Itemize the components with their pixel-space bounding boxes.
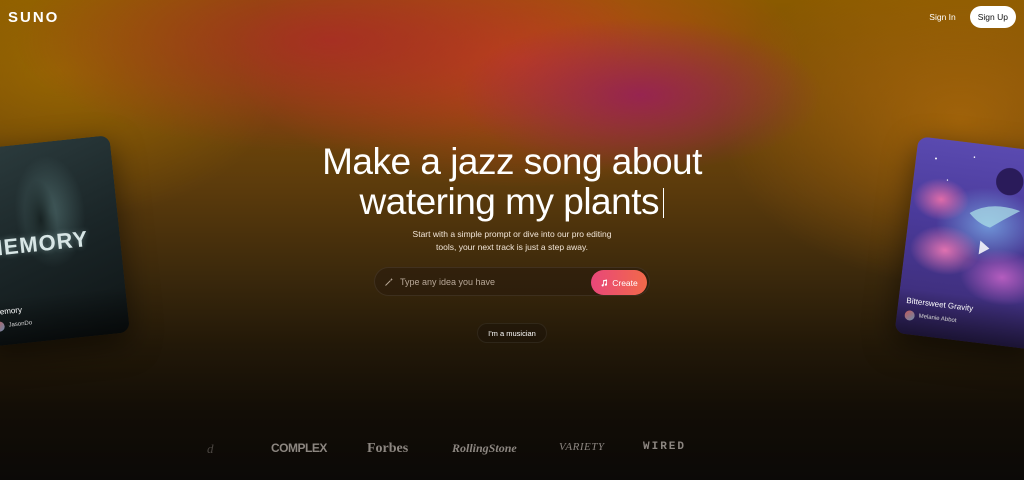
music-note-icon (601, 279, 608, 286)
headline-line-2: watering my plants (0, 182, 1024, 222)
headline-line-1: Make a jazz song about (322, 141, 702, 182)
avatar (0, 321, 6, 333)
card-author-name: JasonDo (8, 320, 33, 329)
suno-logo[interactable]: SUNO (8, 9, 59, 26)
press-logo-wired: WIRED (643, 441, 687, 453)
card-author-name: Melanie Abbot (918, 313, 957, 325)
create-button-label: Create (612, 277, 638, 288)
top-nav: SUNO Sign In Sign Up (0, 0, 1024, 34)
prompt-bar: Create (374, 267, 650, 296)
press-logo-forbes: Forbes (367, 441, 409, 456)
avatar (904, 309, 916, 322)
wand-icon (384, 277, 394, 287)
sign-in-link[interactable]: Sign In (929, 12, 955, 22)
card-meta: Memory JasonDo (0, 286, 130, 347)
subtitle-line-2: tools, your next track is just a step aw… (436, 242, 588, 252)
typing-caret (662, 188, 665, 218)
press-logo-partial: d (207, 441, 214, 456)
hero-headline: Make a jazz song about watering my plant… (0, 142, 1024, 222)
create-button[interactable]: Create (591, 270, 647, 295)
press-logo-complex: COMPLEX (271, 441, 327, 455)
press-logos: d COMPLEX Forbes RollingStone VARIETY WI… (0, 441, 1024, 461)
headline-line-2-text: watering my plants (359, 181, 660, 222)
auth-links: Sign In Sign Up (929, 6, 1016, 28)
musician-button[interactable]: I'm a musician (477, 323, 547, 343)
hero-subtitle: Start with a simple prompt or dive into … (0, 228, 1024, 254)
press-logo-variety: VARIETY (559, 441, 605, 453)
prompt-input[interactable] (400, 276, 590, 287)
sign-up-button[interactable]: Sign Up (969, 6, 1016, 28)
subtitle-line-1: Start with a simple prompt or dive into … (412, 229, 612, 239)
press-logo-rolling-stone: RollingStone (452, 441, 517, 455)
